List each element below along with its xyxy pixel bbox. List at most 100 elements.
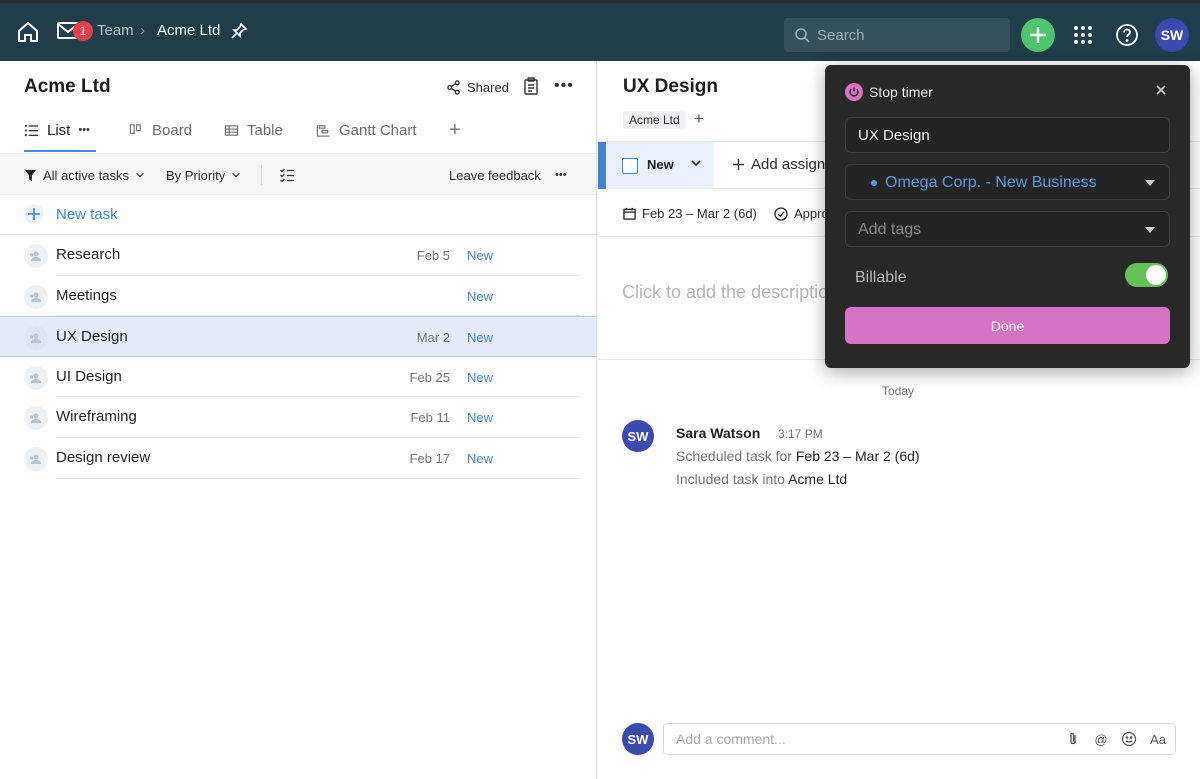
tab-board[interactable]: Board bbox=[129, 119, 192, 141]
toggle-knob bbox=[1146, 265, 1166, 285]
task-row[interactable]: UI Design Feb 25 New bbox=[0, 357, 596, 398]
close-icon[interactable] bbox=[1153, 82, 1169, 98]
search-input[interactable] bbox=[817, 18, 1002, 52]
breadcrumb-team[interactable]: Team bbox=[97, 22, 134, 39]
filter-label: All active tasks bbox=[43, 167, 129, 183]
add-button[interactable] bbox=[1021, 18, 1055, 52]
search-box[interactable] bbox=[784, 18, 1010, 52]
comment-box[interactable]: @ Aa bbox=[663, 723, 1176, 755]
description-placeholder[interactable]: Click to add the description bbox=[622, 282, 838, 303]
assignee-placeholder-icon[interactable] bbox=[24, 244, 48, 268]
task-date: Feb 25 bbox=[409, 369, 450, 385]
task-date: Feb 11 bbox=[410, 410, 450, 426]
task-name: Research bbox=[56, 246, 121, 263]
status-dropdown[interactable]: New bbox=[598, 142, 714, 189]
shared-button[interactable]: Shared bbox=[446, 77, 509, 97]
new-task-button[interactable]: New task bbox=[24, 203, 118, 225]
activity-date-header: Today bbox=[882, 384, 915, 398]
task-name: UX Design bbox=[56, 328, 128, 346]
row-divider bbox=[56, 477, 580, 479]
check-circle-icon bbox=[774, 206, 788, 221]
filter-divider bbox=[261, 165, 262, 185]
billable-toggle[interactable] bbox=[1125, 263, 1168, 287]
view-tabs: List ••• Board Table Gantt Chart + bbox=[0, 113, 596, 153]
filter-more-icon[interactable]: ••• bbox=[555, 166, 567, 184]
assignee-placeholder-icon[interactable] bbox=[24, 326, 48, 351]
task-name: Wireframing bbox=[56, 408, 137, 426]
top-bar: 1 Team › Acme Ltd SW bbox=[0, 0, 1200, 61]
assignee-placeholder-icon[interactable] bbox=[24, 406, 48, 431]
comment-input[interactable] bbox=[676, 724, 1056, 754]
leave-feedback-link[interactable]: Leave feedback bbox=[449, 166, 541, 184]
task-status[interactable]: New bbox=[467, 370, 493, 385]
assignee-placeholder-icon[interactable] bbox=[24, 284, 48, 309]
task-row-selected[interactable]: UX Design Mar 2 New bbox=[0, 316, 596, 357]
active-tasks-filter[interactable]: All active tasks bbox=[24, 166, 145, 184]
more-options-icon[interactable]: ••• bbox=[554, 78, 574, 94]
tab-label: Board bbox=[152, 121, 193, 139]
priority-sort[interactable]: By Priority bbox=[166, 166, 241, 184]
mention-icon[interactable]: @ bbox=[1093, 731, 1109, 747]
billable-label: Billable bbox=[855, 269, 907, 286]
list-icon bbox=[24, 124, 39, 136]
pin-icon[interactable] bbox=[230, 22, 248, 40]
task-status[interactable]: New bbox=[467, 410, 493, 425]
emoji-icon[interactable] bbox=[1121, 731, 1137, 747]
project-label: Omega Corp. - New Business bbox=[885, 174, 1097, 191]
activity-time: 3:17 PM bbox=[778, 427, 823, 441]
clipboard-icon[interactable] bbox=[523, 77, 539, 95]
task-title[interactable]: UX Design bbox=[623, 76, 718, 98]
user-avatar[interactable]: SW bbox=[1155, 18, 1189, 52]
timer-power-icon bbox=[845, 83, 863, 101]
apps-grid-icon[interactable] bbox=[1072, 24, 1094, 46]
task-date: Mar 2 bbox=[416, 330, 450, 346]
avatar: SW bbox=[622, 723, 654, 755]
task-name: UI Design bbox=[56, 367, 122, 385]
new-task-label: New task bbox=[56, 205, 118, 223]
format-text-icon[interactable]: Aa bbox=[1149, 731, 1167, 747]
feedback-label: Leave feedback bbox=[449, 167, 541, 183]
project-dot bbox=[871, 180, 877, 186]
date-range[interactable]: Feb 23 – Mar 2 (6d) bbox=[623, 206, 757, 221]
assignee-placeholder-icon[interactable] bbox=[24, 365, 48, 390]
task-status[interactable]: New bbox=[467, 248, 493, 263]
gantt-icon bbox=[316, 124, 330, 137]
task-name-input[interactable] bbox=[858, 118, 1148, 152]
filter-bar: All active tasks By Priority Leave feedb… bbox=[0, 153, 596, 195]
checklist-icon[interactable] bbox=[279, 167, 295, 183]
task-status[interactable]: New bbox=[467, 330, 493, 345]
timer-popup: Stop timer Omega Corp. - New Business Ad… bbox=[825, 65, 1190, 368]
complete-checkbox[interactable] bbox=[622, 158, 638, 174]
tags-select[interactable]: Add tags bbox=[845, 211, 1170, 247]
tags-placeholder: Add tags bbox=[858, 221, 922, 238]
tab-gantt-chart[interactable]: Gantt Chart bbox=[316, 119, 417, 141]
project-select[interactable]: Omega Corp. - New Business bbox=[845, 164, 1170, 200]
filter-icon bbox=[24, 169, 37, 181]
help-icon[interactable] bbox=[1115, 23, 1139, 47]
home-icon[interactable] bbox=[16, 20, 40, 44]
project-tag[interactable]: Acme Ltd bbox=[623, 111, 686, 129]
tab-list[interactable]: List ••• bbox=[24, 119, 90, 141]
plus-icon bbox=[24, 204, 44, 224]
tab-table[interactable]: Table bbox=[224, 119, 283, 141]
chevron-down-icon bbox=[691, 160, 701, 167]
add-project-plus-icon[interactable]: + bbox=[694, 109, 704, 129]
add-view-plus-icon[interactable]: + bbox=[449, 119, 461, 141]
status-label: New bbox=[647, 157, 674, 172]
task-row[interactable]: Research Feb 5 New bbox=[0, 235, 596, 276]
task-status[interactable]: New bbox=[467, 451, 493, 466]
task-status[interactable]: New bbox=[467, 289, 493, 304]
done-button[interactable]: Done bbox=[845, 307, 1170, 344]
project-title: Acme Ltd bbox=[24, 76, 111, 97]
task-row[interactable]: Meetings New bbox=[0, 276, 596, 317]
task-name: Design review bbox=[56, 448, 151, 466]
assignee-placeholder-icon[interactable] bbox=[24, 446, 48, 471]
breadcrumb-current[interactable]: Acme Ltd bbox=[157, 22, 220, 39]
plus-icon bbox=[732, 158, 745, 171]
task-row[interactable]: Design review Feb 17 New bbox=[0, 438, 596, 479]
task-list-panel: Acme Ltd Shared ••• List ••• Board Table… bbox=[0, 61, 597, 779]
attachment-icon[interactable] bbox=[1065, 731, 1081, 747]
task-name-field[interactable] bbox=[845, 117, 1170, 153]
task-row[interactable]: Wireframing Feb 11 New bbox=[0, 397, 596, 438]
tab-more-icon[interactable]: ••• bbox=[78, 124, 90, 136]
